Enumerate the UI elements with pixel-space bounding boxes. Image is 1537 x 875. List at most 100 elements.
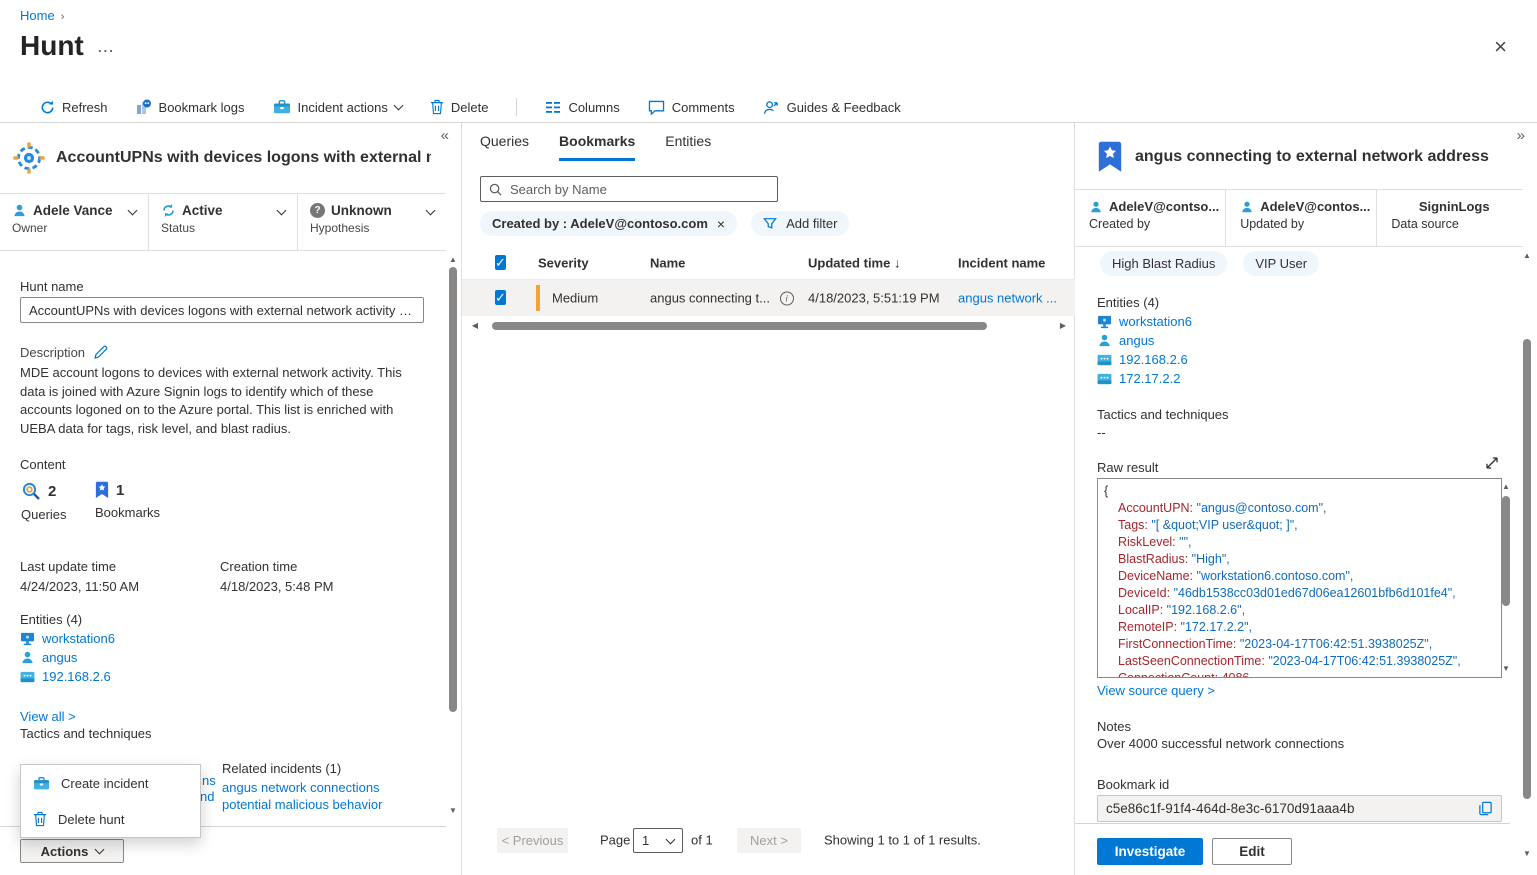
bookmark-properties-row: AdeleV@contso... Created by AdeleV@conto… <box>1075 189 1523 247</box>
owner-dropdown[interactable]: Adele Vance Owner <box>0 194 149 250</box>
scroll-up-icon[interactable]: ▲ <box>446 253 460 267</box>
entity-host[interactable]: workstation6 <box>20 629 115 648</box>
related-incident-link[interactable]: angus network connections <box>222 780 382 797</box>
add-filter-button[interactable]: Add filter <box>751 211 849 236</box>
incident-name-link[interactable]: angus network ... <box>958 291 1057 306</box>
entity-ip[interactable]: 192.168.2.6 <box>1097 350 1192 369</box>
json-line: LocalIP: "192.168.2.6", <box>1104 602 1479 619</box>
tab-entities[interactable]: Entities <box>665 133 711 161</box>
select-all-checkbox[interactable]: ✓ <box>495 255 506 270</box>
col-updated-time[interactable]: Updated time ↓ <box>808 256 900 271</box>
bookmark-id-label: Bookmark id <box>1097 777 1169 792</box>
edit-pencil-icon[interactable] <box>93 345 108 360</box>
entity-account[interactable]: angus <box>1097 331 1192 350</box>
chevron-down-icon <box>666 834 676 844</box>
hunt-title: AccountUPNs with devices logons with ext… <box>56 149 431 167</box>
occluded-link-fragment[interactable]: nd <box>200 789 214 804</box>
col-name[interactable]: Name <box>650 256 685 271</box>
remove-filter-icon[interactable]: × <box>717 216 725 232</box>
bookmarks-count-group[interactable]: 1 Bookmarks <box>95 481 160 520</box>
scroll-left-icon[interactable]: ◀ <box>468 319 482 333</box>
scrollbar-thumb[interactable] <box>1523 339 1531 799</box>
scroll-up-icon[interactable]: ▲ <box>1499 480 1513 494</box>
hypothesis-dropdown[interactable]: ?Unknown Hypothesis <box>298 194 446 250</box>
left-panel-scrollbar[interactable]: ▲ ▼ <box>446 253 460 818</box>
updated-time-value: 4/18/2023, 5:51:19 PM <box>808 291 940 306</box>
expand-raw-icon[interactable] <box>1485 456 1499 470</box>
comments-button[interactable]: Comments <box>648 100 735 115</box>
bookmark-table-row[interactable]: ✓ Medium angus connecting t... i 4/18/20… <box>462 280 1075 316</box>
bookmark-logs-button[interactable]: Bookmark logs <box>136 99 245 115</box>
toolbar-separator <box>516 98 517 116</box>
row-checkbox[interactable]: ✓ <box>495 290 506 305</box>
bookmark-name: angus connecting t... i <box>650 291 794 306</box>
menu-item-create-incident[interactable]: Create incident <box>21 765 200 801</box>
previous-page-button[interactable]: < Previous <box>497 828 568 853</box>
investigate-button[interactable]: Investigate <box>1097 838 1203 865</box>
notes-text: Over 4000 successful network connections <box>1097 736 1344 751</box>
search-input[interactable] <box>510 182 769 197</box>
entity-ip[interactable]: 192.168.2.6 <box>20 667 115 686</box>
table-header: ✓ Severity Name Updated time ↓ Incident … <box>462 247 1075 280</box>
collapse-panel-icon[interactable]: « <box>441 127 449 144</box>
tactics-label: Tactics and techniques <box>1097 407 1229 422</box>
pagination: < Previous Page 1 of 1 Next > Showing 1 … <box>462 828 1075 854</box>
bookmark-title: angus connecting to external network add… <box>1135 148 1489 166</box>
raw-result-box[interactable]: { AccountUPN: "angus@contoso.com", Tags:… <box>1097 478 1502 678</box>
tag-pill[interactable]: VIP User <box>1243 251 1319 276</box>
tag-pill[interactable]: High Blast Radius <box>1100 251 1227 276</box>
refresh-button[interactable]: Refresh <box>40 100 108 115</box>
filter-pill-created-by[interactable]: Created by : AdeleV@contoso.com × <box>480 211 737 236</box>
person-icon <box>1089 200 1103 214</box>
view-source-query-link[interactable]: View source query > <box>1097 683 1215 698</box>
severity-bar <box>536 285 540 311</box>
hunt-name-label: Hunt name <box>20 279 84 294</box>
page-title: Hunt <box>20 30 84 62</box>
status-dropdown[interactable]: Active Status <box>149 194 298 250</box>
table-horizontal-scrollbar[interactable]: ◀ ▶ <box>484 319 1054 333</box>
columns-button[interactable]: Columns <box>545 100 619 115</box>
notes-label: Notes <box>1097 719 1131 734</box>
entity-account[interactable]: angus <box>20 648 115 667</box>
breadcrumb-home-link[interactable]: Home <box>20 8 55 23</box>
json-line: RemoteIP: "172.17.2.2", <box>1104 619 1479 636</box>
scroll-up-icon[interactable]: ▲ <box>1520 249 1534 263</box>
bookmark-id-input[interactable] <box>1106 801 1478 816</box>
col-incident-name[interactable]: Incident name <box>958 256 1045 271</box>
right-panel-scrollbar[interactable]: ▲ ▼ <box>1520 249 1534 861</box>
occluded-link-fragment[interactable]: ns <box>202 773 216 788</box>
view-all-link[interactable]: View all > <box>20 709 76 724</box>
tab-bookmarks[interactable]: Bookmarks <box>559 133 635 161</box>
raw-result-scrollbar[interactable]: ▲ ▼ <box>1499 480 1513 676</box>
next-page-button[interactable]: Next > <box>737 828 801 853</box>
scroll-down-icon[interactable]: ▼ <box>1520 847 1534 861</box>
menu-item-delete-hunt[interactable]: Delete hunt <box>21 801 200 837</box>
scrollbar-thumb[interactable] <box>492 322 987 330</box>
tab-queries[interactable]: Queries <box>480 133 529 161</box>
scrollbar-thumb[interactable] <box>449 267 457 712</box>
delete-button[interactable]: Delete <box>430 99 489 115</box>
incident-actions-button[interactable]: Incident actions <box>273 99 402 115</box>
scrollbar-thumb[interactable] <box>1502 496 1510 606</box>
col-severity[interactable]: Severity <box>538 256 589 271</box>
copy-icon[interactable] <box>1478 801 1493 816</box>
briefcase-icon <box>273 99 291 115</box>
page-select[interactable]: 1 <box>633 828 683 853</box>
queries-count-group[interactable]: 2 Queries <box>21 481 67 522</box>
hunt-name-input[interactable] <box>20 297 424 323</box>
expand-panel-icon[interactable]: » <box>1517 127 1525 144</box>
close-icon[interactable]: × <box>1494 36 1507 58</box>
actions-button[interactable]: Actions <box>20 839 124 863</box>
scroll-down-icon[interactable]: ▼ <box>1499 662 1513 676</box>
entity-host[interactable]: workstation6 <box>1097 312 1192 331</box>
scroll-down-icon[interactable]: ▼ <box>446 804 460 818</box>
guides-feedback-button[interactable]: Guides & Feedback <box>763 100 901 115</box>
scroll-right-icon[interactable]: ▶ <box>1056 319 1070 333</box>
entity-ip[interactable]: 172.17.2.2 <box>1097 369 1192 388</box>
json-line: LastSeenConnectionTime: "2023-04-17T06:4… <box>1104 653 1479 670</box>
related-incident-link[interactable]: potential malicious behavior <box>222 797 382 814</box>
page-label: Page <box>600 833 630 848</box>
title-more-menu[interactable]: ... <box>98 40 115 55</box>
edit-button[interactable]: Edit <box>1212 838 1292 865</box>
info-icon[interactable]: i <box>780 292 794 306</box>
